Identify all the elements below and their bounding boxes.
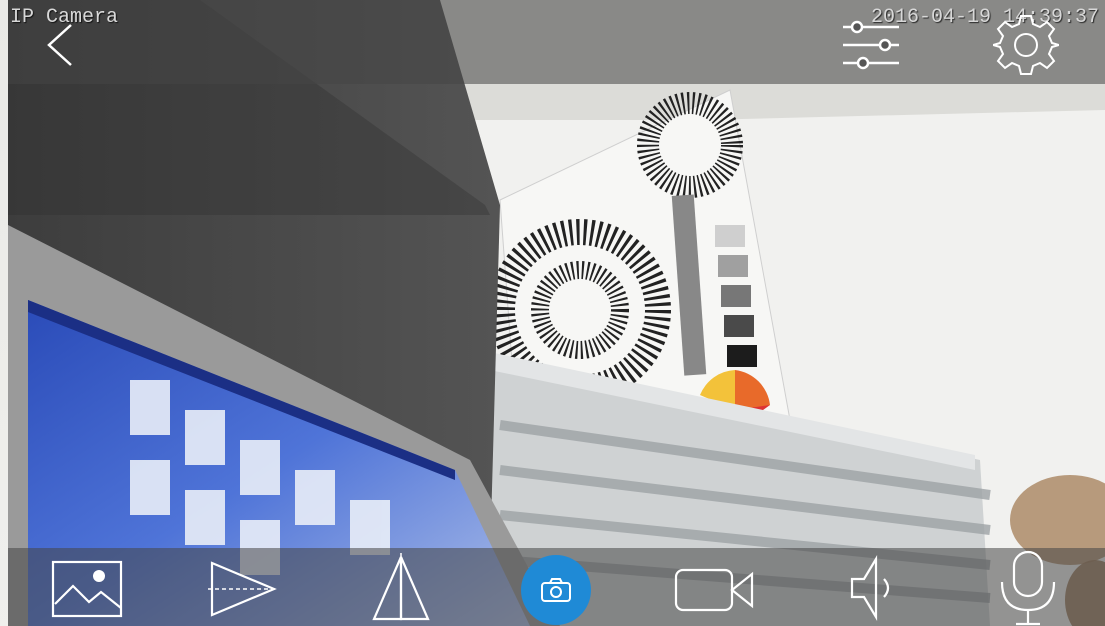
speaker-icon bbox=[850, 555, 890, 621]
back-button[interactable] bbox=[38, 20, 82, 70]
microphone-button[interactable] bbox=[994, 550, 1062, 626]
flip-vertical-icon bbox=[372, 553, 430, 623]
video-record-icon bbox=[674, 568, 754, 612]
camera-view: IP Camera 2016-04-19 14:39:37 bbox=[0, 0, 1105, 626]
speaker-button[interactable] bbox=[842, 552, 904, 624]
gallery-button[interactable] bbox=[48, 556, 126, 622]
chevron-left-icon bbox=[47, 24, 72, 66]
flip-horizontal-icon bbox=[208, 561, 278, 617]
image-gallery-icon bbox=[51, 560, 123, 618]
timestamp-overlay: 2016-04-19 14:39:37 bbox=[870, 6, 1099, 29]
snapshot-button[interactable] bbox=[520, 554, 592, 626]
settings-button[interactable] bbox=[990, 10, 1062, 80]
flip-horizontal-button[interactable] bbox=[206, 556, 280, 622]
flip-vertical-button[interactable] bbox=[368, 552, 434, 624]
gear-icon bbox=[993, 15, 1059, 75]
live-video-feed bbox=[0, 0, 1105, 626]
camera-snapshot-icon bbox=[541, 578, 571, 602]
microphone-icon bbox=[1000, 550, 1056, 626]
sliders-icon bbox=[843, 20, 899, 70]
snapshot-button-active-bg bbox=[521, 555, 591, 625]
image-adjust-button[interactable] bbox=[838, 14, 904, 76]
record-video-button[interactable] bbox=[672, 564, 756, 616]
